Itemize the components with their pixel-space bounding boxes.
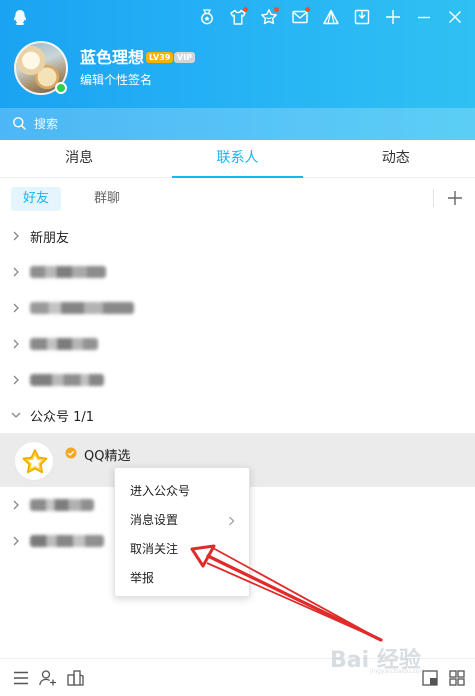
menu-icon[interactable] (11, 668, 31, 688)
nickname[interactable]: 蓝色理想 (80, 44, 144, 68)
close-icon[interactable] (444, 6, 466, 28)
blurred-group-label (30, 374, 104, 386)
tab-feed[interactable]: 动态 (317, 140, 475, 177)
verified-icon (65, 447, 77, 459)
group-blurred-3[interactable] (0, 362, 475, 398)
blurred-group-label (30, 535, 104, 547)
chevron-right-icon (13, 231, 19, 241)
notification-dot (305, 7, 310, 12)
chevron-right-icon (13, 375, 19, 385)
menu-item-message-settings[interactable]: 消息设置 (115, 506, 249, 535)
star-icon (22, 449, 48, 474)
context-menu: 进入公众号 消息设置 取消关注 举报 (114, 467, 250, 597)
blurred-group-label (30, 338, 98, 350)
notification-dot (243, 7, 248, 12)
medal-icon[interactable] (196, 6, 218, 28)
menu-item-label: 消息设置 (130, 513, 179, 527)
group-new-friends[interactable]: 新朋友 (0, 218, 475, 254)
subtab-friends[interactable]: 好友 (11, 187, 62, 211)
contact-avatar (14, 441, 54, 481)
level-badge[interactable]: LV39 (146, 52, 174, 63)
search-input[interactable] (34, 114, 434, 134)
mail-icon[interactable] (289, 6, 311, 28)
tshirt-icon[interactable] (227, 6, 249, 28)
group-blurred-2[interactable] (0, 326, 475, 362)
online-status-dot[interactable] (55, 82, 67, 94)
add-contact-icon[interactable] (38, 668, 58, 688)
group-my-devices[interactable] (0, 254, 475, 290)
main-tabs: 消息 联系人 动态 (0, 140, 475, 178)
menu-item-enter-account[interactable]: 进入公众号 (115, 477, 249, 506)
contact-subtabs: 好友 群聊 (0, 178, 475, 218)
chevron-down-icon (11, 412, 21, 418)
blurred-group-label (30, 266, 106, 278)
vip-badge[interactable]: VIP (174, 52, 196, 63)
blurred-group-label (30, 302, 134, 314)
watermark-url: jingyan.baidu.com (370, 668, 426, 675)
inbox-icon[interactable] (351, 6, 373, 28)
watermark: Bai 经验 jingyan.baidu.com (330, 640, 460, 675)
apps-icon[interactable] (65, 668, 85, 688)
qq-penguin-icon[interactable] (12, 9, 28, 27)
profile-header: 蓝色理想 LV39 VIP 编辑个性签名 (0, 0, 475, 140)
header-toolbar (196, 6, 475, 28)
tent-icon[interactable] (320, 6, 342, 28)
group-label: 新朋友 (30, 231, 70, 246)
menu-item-unfollow[interactable]: 取消关注 (115, 535, 249, 564)
tab-messages[interactable]: 消息 (0, 140, 158, 177)
star-icon[interactable] (258, 6, 280, 28)
search-icon (12, 116, 27, 131)
chevron-right-icon (13, 339, 19, 349)
group-public-accounts[interactable]: 公众号 1/1 (0, 397, 475, 433)
add-icon[interactable] (444, 187, 466, 209)
minimize-icon[interactable] (413, 6, 435, 28)
qq-main-window: 蓝色理想 LV39 VIP 编辑个性签名 消息 联系人 动态 好友 群聊 新朋友 (0, 0, 475, 696)
subtab-groups[interactable]: 群聊 (82, 187, 132, 211)
notification-dot (274, 7, 279, 12)
blurred-group-label (30, 499, 94, 511)
search-bar[interactable] (0, 108, 475, 140)
chevron-right-icon (229, 516, 235, 526)
plus-icon[interactable] (382, 6, 404, 28)
tab-contacts[interactable]: 联系人 (158, 140, 316, 178)
chevron-right-icon (13, 267, 19, 277)
chevron-right-icon (13, 303, 19, 313)
group-blurred-1[interactable] (0, 290, 475, 326)
contact-name: QQ精选 (84, 449, 131, 464)
group-label: 公众号 1/1 (30, 410, 95, 425)
chevron-right-icon (13, 500, 19, 510)
menu-item-report[interactable]: 举报 (115, 564, 249, 593)
signature[interactable]: 编辑个性签名 (80, 71, 152, 88)
chevron-right-icon (13, 536, 19, 546)
divider (433, 189, 434, 207)
